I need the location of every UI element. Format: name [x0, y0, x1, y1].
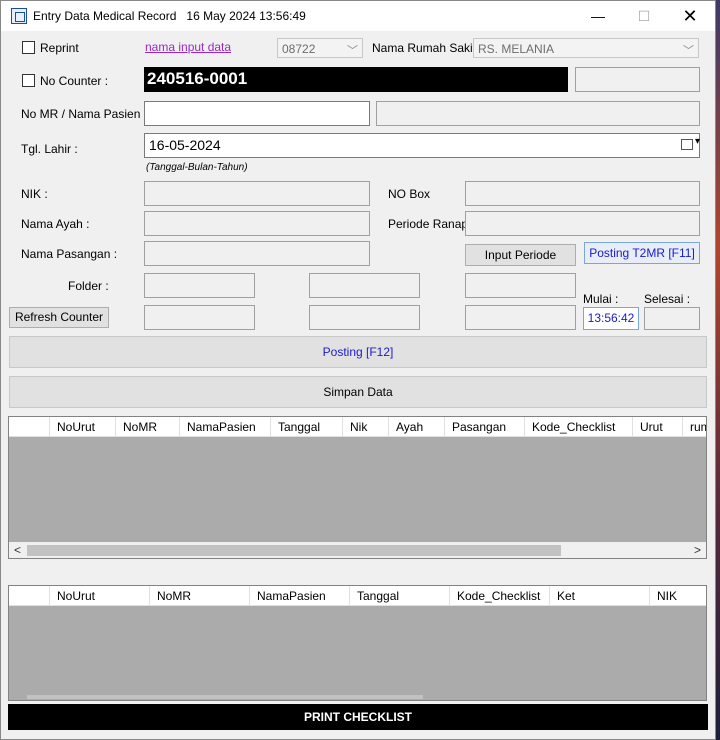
- main-window: Entry Data Medical Record 16 May 2024 13…: [0, 0, 716, 740]
- chevron-down-icon: ﹀: [683, 45, 694, 57]
- folder-label: Folder :: [68, 279, 109, 293]
- column-header[interactable]: Ayah: [389, 417, 445, 437]
- column-header[interactable]: Tanggal: [271, 417, 343, 437]
- nama-pasien-field[interactable]: [376, 101, 700, 126]
- chevron-down-icon: ﹀: [347, 45, 358, 57]
- column-header[interactable]: Pasangan: [445, 417, 525, 437]
- column-header[interactable]: Kode_Checklist: [525, 417, 633, 437]
- scroll-thumb[interactable]: [27, 545, 561, 556]
- column-header[interactable]: Tanggal: [350, 586, 450, 606]
- window-title: Entry Data Medical Record 16 May 2024 13…: [33, 9, 306, 23]
- periode-ranap-field[interactable]: [465, 211, 700, 236]
- posting-t2mr-button[interactable]: Posting T2MR [F11]: [584, 242, 700, 264]
- column-header[interactable]: NamaPasien: [250, 586, 350, 606]
- no-counter-label: No Counter :: [40, 74, 109, 88]
- code-combo[interactable]: 08722 ﹀: [277, 38, 363, 58]
- window-datetime: 16 May 2024 13:56:49: [186, 9, 306, 23]
- grid-2-scroll-thumb[interactable]: [27, 695, 423, 699]
- tgl-lahir-value: 16-05-2024: [149, 137, 221, 153]
- rumah-sakit-combo[interactable]: RS. MELANIA ﹀: [473, 38, 699, 58]
- no-box-label: NO Box: [388, 187, 431, 201]
- tgl-lahir-picker[interactable]: 16-05-2024: [144, 133, 700, 158]
- scroll-right-icon[interactable]: >: [689, 542, 706, 558]
- rumah-sakit-combo-value: RS. MELANIA: [478, 42, 555, 56]
- grid-1-header: NoUrut NoMR NamaPasien Tanggal Nik Ayah …: [9, 417, 706, 437]
- column-header[interactable]: NoMR: [150, 586, 250, 606]
- nama-rs-label: Nama Rumah Sakit: [372, 41, 477, 55]
- posting-f12-button[interactable]: Posting [F12]: [9, 336, 707, 368]
- column-header[interactable]: NoUrut: [50, 586, 150, 606]
- code-combo-value: 08722: [282, 42, 316, 56]
- mulai-label: Mulai :: [583, 292, 619, 306]
- no-mr-input[interactable]: [144, 101, 370, 126]
- grid-2-header: NoUrut NoMR NamaPasien Tanggal Kode_Chec…: [9, 586, 706, 606]
- nik-label: NIK :: [21, 187, 48, 201]
- column-header[interactable]: Urut: [633, 417, 683, 437]
- counter-extra-field[interactable]: [575, 67, 700, 92]
- counter-field-2[interactable]: [309, 305, 420, 330]
- date-format-hint: (Tanggal-Bulan-Tahun): [146, 162, 248, 173]
- nama-input-data-link[interactable]: nama input data: [145, 40, 231, 54]
- column-header[interactable]: NoMR: [116, 417, 180, 437]
- folder-field-1[interactable]: [144, 273, 255, 298]
- app-icon: [11, 8, 27, 24]
- nama-ayah-label: Nama Ayah :: [21, 217, 90, 231]
- nama-pasangan-label: Nama Pasangan :: [21, 247, 118, 261]
- print-checklist-button[interactable]: PRINT CHECKLIST: [8, 704, 708, 730]
- column-header[interactable]: NamaPasien: [180, 417, 271, 437]
- calendar-icon[interactable]: [681, 136, 700, 150]
- selesai-label: Selesai :: [644, 292, 691, 306]
- counter-field-1[interactable]: [144, 305, 255, 330]
- grid-1-horizontal-scrollbar[interactable]: < >: [9, 542, 706, 558]
- nama-ayah-field[interactable]: [144, 211, 370, 236]
- counter-field-3[interactable]: [465, 305, 576, 330]
- selesai-time: [644, 307, 700, 330]
- refresh-counter-button[interactable]: Refresh Counter: [9, 307, 109, 328]
- nik-field[interactable]: [144, 181, 370, 206]
- grid-2-row-header: [9, 586, 50, 606]
- desktop-background: [716, 0, 720, 740]
- simpan-data-button[interactable]: Simpan Data: [9, 376, 707, 408]
- data-grid-2[interactable]: NoUrut NoMR NamaPasien Tanggal Kode_Chec…: [8, 585, 707, 701]
- grid-1-body: [9, 437, 706, 542]
- folder-field-2[interactable]: [309, 273, 420, 298]
- maximize-icon[interactable]: ☐: [621, 1, 667, 31]
- tgl-lahir-label: Tgl. Lahir :: [21, 142, 78, 156]
- title-bar: Entry Data Medical Record 16 May 2024 13…: [1, 1, 715, 31]
- column-header[interactable]: Ket: [550, 586, 650, 606]
- counter-field[interactable]: 240516-0001: [144, 67, 568, 92]
- grid-1-row-header: [9, 417, 50, 437]
- no-mr-label: No MR / Nama Pasien :: [21, 107, 148, 121]
- mulai-time: 13:56:42: [583, 307, 639, 330]
- column-header[interactable]: Kode_Checklist: [450, 586, 550, 606]
- nama-pasangan-field[interactable]: [144, 241, 370, 266]
- column-header[interactable]: rum: [683, 417, 706, 437]
- periode-ranap-label: Periode Ranap: [388, 217, 469, 231]
- column-header[interactable]: NIK: [650, 586, 706, 606]
- no-counter-checkbox[interactable]: [22, 74, 35, 87]
- minimize-icon[interactable]: —: [575, 1, 621, 31]
- close-icon[interactable]: ✕: [667, 1, 713, 31]
- folder-field-3[interactable]: [465, 273, 576, 298]
- data-grid-1[interactable]: NoUrut NoMR NamaPasien Tanggal Nik Ayah …: [8, 416, 707, 559]
- input-periode-button[interactable]: Input Periode: [465, 244, 576, 266]
- scroll-left-icon[interactable]: <: [9, 542, 26, 558]
- no-box-field[interactable]: [465, 181, 700, 206]
- reprint-checkbox[interactable]: [22, 41, 35, 54]
- column-header[interactable]: Nik: [343, 417, 389, 437]
- reprint-label: Reprint: [40, 41, 79, 55]
- grid-2-body: [9, 606, 706, 700]
- column-header[interactable]: NoUrut: [50, 417, 116, 437]
